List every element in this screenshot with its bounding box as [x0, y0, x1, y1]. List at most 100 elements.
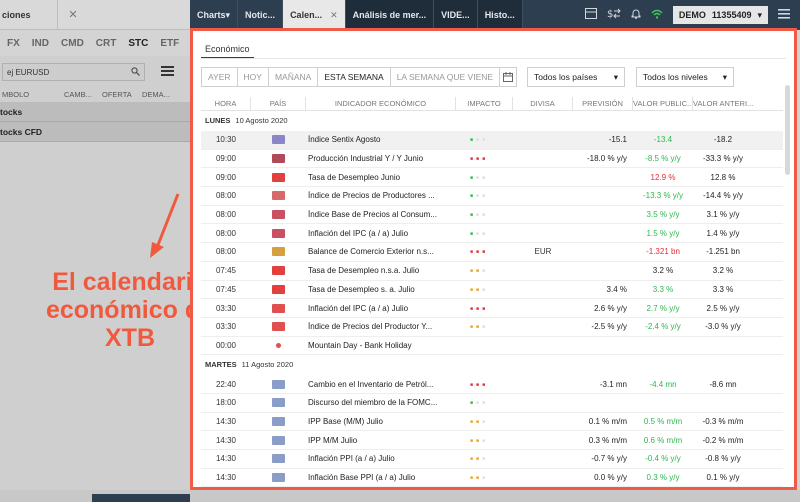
- table-row[interactable]: 09:00 Tasa de Desempleo Junio ■ ■ ■ 12.9 % 12.…: [201, 168, 783, 188]
- grid-view-icon[interactable]: [161, 65, 174, 79]
- row-actual: 0.3 % y/y: [646, 473, 680, 483]
- table-row[interactable]: 08:00 Índice Base de Precios al Consum...…: [201, 206, 783, 225]
- row-indicator: Índice Base de Precios al Consum...: [308, 210, 437, 220]
- filter-next-week[interactable]: LA SEMANA QUE VIENE: [389, 67, 501, 87]
- table-row[interactable]: 10:30 Índice Sentix Agosto ■ ■ ■ -15.1 -13.4 -1…: [201, 131, 783, 150]
- level-select[interactable]: Todos los niveles ▾: [636, 67, 734, 87]
- filter-this-week[interactable]: ESTA SEMANA: [317, 67, 391, 87]
- col-forecast[interactable]: PREVISIÓN: [573, 97, 633, 110]
- row-country: [251, 416, 306, 426]
- col-impact[interactable]: IMPACTO: [456, 97, 513, 110]
- tab-videos[interactable]: VIDE...: [434, 0, 478, 30]
- dollar-transfer-icon[interactable]: $: [607, 8, 621, 22]
- row-indicator: Índice Sentix Agosto: [308, 135, 381, 145]
- table-row[interactable]: 03:30 Inflación del IPC (a / a) Julio ■ ■ ■ 2…: [201, 299, 783, 318]
- col-actual[interactable]: VALOR PUBLIC...: [633, 97, 693, 110]
- impact-icon: ■ ■ ■: [470, 249, 487, 256]
- row-indicator: Cambio en el Inventario de Petról...: [308, 379, 434, 389]
- row-time: 09:00: [215, 172, 237, 182]
- table-row[interactable]: 07:45 Tasa de Desempleo n.s.a. Julio ■ ■ ■ 3.…: [201, 262, 783, 281]
- scrollbar[interactable]: [785, 85, 790, 175]
- tab-cmd[interactable]: CMD: [56, 38, 89, 49]
- filter-yesterday[interactable]: AYER: [201, 67, 238, 87]
- table-row[interactable]: 22:40 Cambio en el Inventario de Petról..…: [201, 375, 783, 394]
- tab-etf[interactable]: ETF: [155, 38, 184, 49]
- col-bid[interactable]: OFERTA: [102, 90, 142, 99]
- table-row[interactable]: 14:30 Inflación PPI (a / a) Julio ■ ■ ■ -0.7 …: [201, 450, 783, 469]
- row-previous: -33.3 % y/y: [702, 154, 743, 164]
- table-row[interactable]: 03:30 Índice de Precios del Productor Y..…: [201, 318, 783, 337]
- instrument-search: ej EURUSD: [0, 60, 190, 84]
- group-stocks-cfd[interactable]: tocks CFD: [0, 122, 190, 142]
- row-previous: 2.5 % y/y: [706, 303, 740, 313]
- tab-market-analysis-label: Análisis de mer...: [352, 10, 427, 20]
- group-stocks[interactable]: tocks: [0, 102, 190, 122]
- tab-market-analysis[interactable]: Análisis de mer...: [345, 0, 435, 30]
- col-symbol[interactable]: MBOLO: [2, 90, 64, 99]
- tab-calendar[interactable]: Calen... ✕: [283, 0, 346, 30]
- tab-stc[interactable]: STC: [123, 38, 153, 49]
- table-row[interactable]: 14:30 IPP M/M Julio ■ ■ ■ 0.3 % m/m 0.6 % m/m -…: [201, 431, 783, 450]
- table-row[interactable]: 00:00 Mountain Day - Bank Holiday: [201, 337, 783, 356]
- row-actual: -2.4 % y/y: [645, 322, 681, 332]
- table-row[interactable]: 08:00 Balance de Comercio Exterior n.s...…: [201, 243, 783, 262]
- country-select[interactable]: Todos los países ▾: [527, 67, 625, 87]
- impact-icon: ■ ■ ■: [470, 212, 487, 219]
- table-row[interactable]: 09:00 Producción Industrial Y / Y Junio ■ ■…: [201, 150, 783, 169]
- row-indicator: IPP Base (M/M) Julio: [308, 416, 383, 426]
- impact-icon: ■ ■ ■: [470, 475, 487, 482]
- country-flag-icon: [272, 473, 285, 483]
- layout-icon[interactable]: [584, 8, 597, 22]
- day-name: LUNES: [205, 116, 231, 125]
- bell-icon[interactable]: [631, 8, 641, 22]
- instrument-category-tabs: FX IND CMD CRT STC ETF: [0, 30, 203, 56]
- col-previous[interactable]: VALOR ANTERI...: [693, 97, 753, 110]
- row-forecast: 2.6 % y/y: [594, 303, 627, 313]
- close-icon[interactable]: ✕: [330, 10, 338, 21]
- row-indicator: Inflación PPI (a / a) Julio: [308, 454, 395, 464]
- col-country[interactable]: PAÍS: [251, 97, 306, 110]
- col-indicator[interactable]: INDICADOR ECONÓMICO: [306, 97, 456, 110]
- table-row[interactable]: 08:00 Inflación del IPC (a / a) Julio ■ ■ ■ 1…: [201, 224, 783, 244]
- table-row[interactable]: 18:00 Discurso del miembro de la FOMC... ■…: [201, 394, 783, 413]
- row-actual: 2.7 % y/y: [646, 303, 680, 313]
- instruments-header: ciones ✕: [0, 0, 190, 30]
- close-icon[interactable]: ✕: [58, 8, 88, 21]
- country-flag-icon: [272, 191, 285, 201]
- tab-history[interactable]: Histo...: [477, 0, 523, 30]
- tab-economic[interactable]: Económico: [201, 41, 254, 58]
- row-actual: 3.2 %: [652, 266, 674, 276]
- tab-crt[interactable]: CRT: [91, 38, 122, 49]
- table-row[interactable]: 14:30 Inflación Base PPI (a / a) Julio ■ ■ ■…: [201, 469, 783, 488]
- row-previous: -18.2: [713, 135, 733, 145]
- row-indicator: Mountain Day - Bank Holiday: [308, 340, 412, 350]
- row-actual: -13.4: [653, 135, 673, 145]
- filter-tomorrow[interactable]: MAÑANA: [267, 67, 319, 87]
- menu-icon[interactable]: [778, 8, 790, 22]
- row-actual: -1.321 bn: [646, 247, 680, 257]
- row-actual: -0.4 % y/y: [645, 454, 681, 464]
- row-forecast: -2.5 % y/y: [591, 322, 627, 332]
- country-flag-icon: [272, 379, 285, 389]
- tab-fx[interactable]: FX: [2, 38, 25, 49]
- table-row[interactable]: 07:45 Tasa de Desempleo s. a. Julio ■ ■ ■ 3.4…: [201, 281, 783, 300]
- calendar-table-header: HORA PAÍS INDICADOR ECONÓMICO IMPACTO DI…: [201, 97, 783, 111]
- col-change[interactable]: CAMB...: [64, 90, 102, 99]
- col-ask[interactable]: DEMA...: [142, 90, 182, 99]
- tab-ind[interactable]: IND: [27, 38, 54, 49]
- col-currency[interactable]: DIVISA: [513, 97, 573, 110]
- instrument-search-input[interactable]: ej EURUSD: [2, 63, 145, 81]
- table-row[interactable]: 14:30 IPP Base (M/M) Julio ■ ■ ■ 0.1 % m/m 0.5…: [201, 413, 783, 432]
- row-forecast: -0.7 % y/y: [591, 454, 627, 464]
- impact-icon: ■ ■ ■: [470, 305, 487, 312]
- account-selector[interactable]: DEMO 11355409 ▾: [672, 6, 768, 24]
- calendar-icon[interactable]: [499, 67, 518, 87]
- row-forecast: 0.1 % m/m: [588, 416, 627, 426]
- col-time[interactable]: HORA: [201, 97, 251, 110]
- country-flag-icon: [272, 416, 285, 426]
- tab-news[interactable]: Notic...: [238, 0, 284, 30]
- bottom-bar-tab[interactable]: [92, 494, 190, 502]
- filter-today[interactable]: HOY: [236, 67, 269, 87]
- table-row[interactable]: 08:00 Índice de Precios de Productores ..…: [201, 187, 783, 206]
- tab-charts[interactable]: Charts ▾: [190, 0, 239, 30]
